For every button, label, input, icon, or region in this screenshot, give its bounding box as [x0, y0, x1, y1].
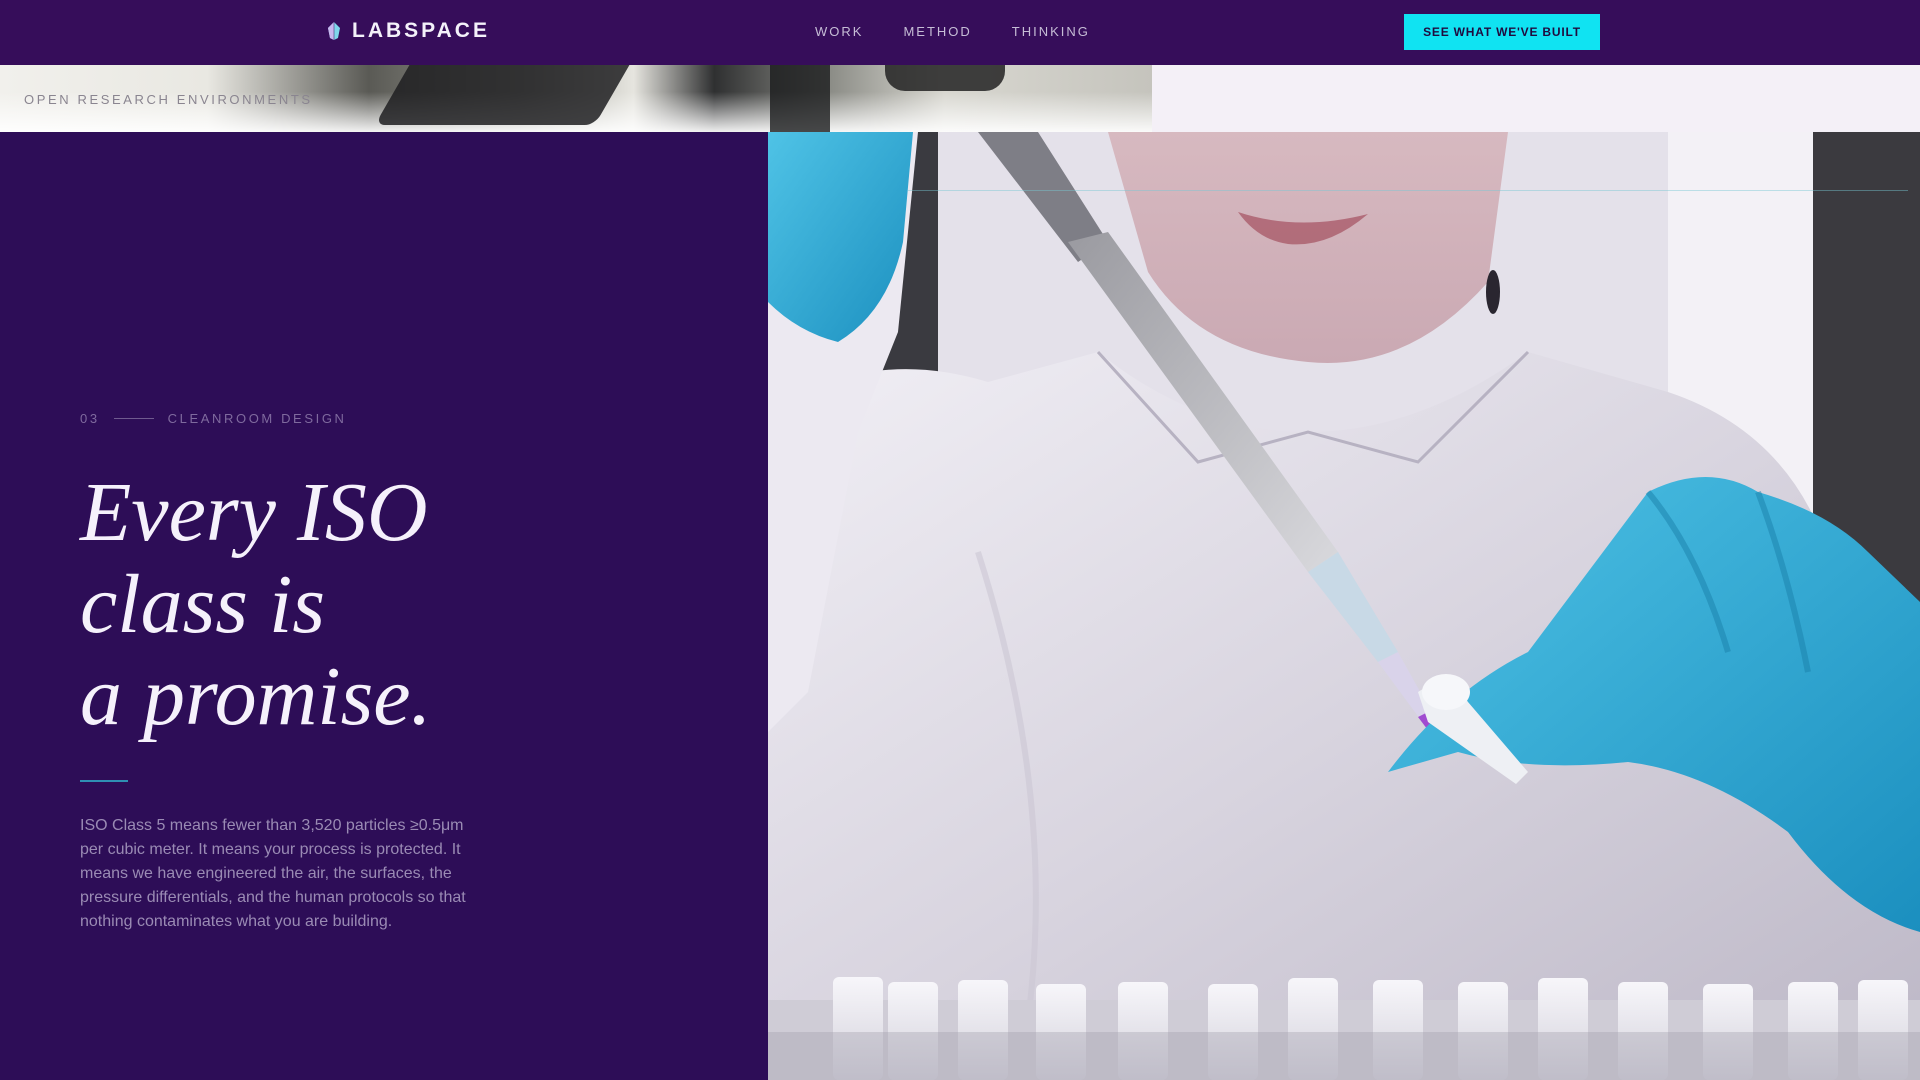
strip-light-panel: [1152, 65, 1920, 132]
brand-name: LABSPACE: [352, 19, 490, 42]
crystal-icon: [328, 22, 340, 40]
section-eyebrow: 03 CLEANROOM DESIGN: [80, 411, 347, 426]
cleanroom-text-panel: 03 CLEANROOM DESIGN Every ISO class is a…: [0, 132, 768, 1080]
section-headline: Every ISO class is a promise.: [80, 467, 640, 743]
section-number: 03: [80, 411, 100, 426]
nav-link-method[interactable]: METHOD: [903, 24, 971, 39]
photo-illustration: [768, 132, 1920, 1080]
brand-logo[interactable]: LABSPACE: [328, 19, 490, 43]
nav-link-thinking[interactable]: THINKING: [1012, 24, 1090, 39]
lab-equipment-image: OPEN RESEARCH ENVIRONMENTS: [0, 65, 1152, 132]
headline-line-1: Every ISO: [80, 466, 428, 559]
headline-line-2: class is: [80, 558, 326, 651]
accent-rule: [80, 780, 128, 782]
scientist-pipetting-photo: [768, 132, 1920, 1080]
see-what-weve-built-button[interactable]: SEE WHAT WE'VE BUILT: [1404, 14, 1600, 50]
previous-section-strip: OPEN RESEARCH ENVIRONMENTS: [0, 65, 1920, 132]
top-navigation: LABSPACE WORK METHOD THINKING SEE WHAT W…: [0, 0, 1920, 65]
decorative-line: [908, 190, 1908, 191]
section-body: ISO Class 5 means fewer than 3,520 parti…: [80, 817, 466, 930]
headline-line-3: a promise.: [80, 650, 432, 743]
section-category: CLEANROOM DESIGN: [167, 411, 347, 426]
primary-nav: WORK METHOD THINKING: [815, 24, 1090, 39]
strip-label: OPEN RESEARCH ENVIRONMENTS: [24, 92, 313, 107]
nav-link-work[interactable]: WORK: [815, 24, 863, 39]
eyebrow-divider: [113, 418, 154, 419]
